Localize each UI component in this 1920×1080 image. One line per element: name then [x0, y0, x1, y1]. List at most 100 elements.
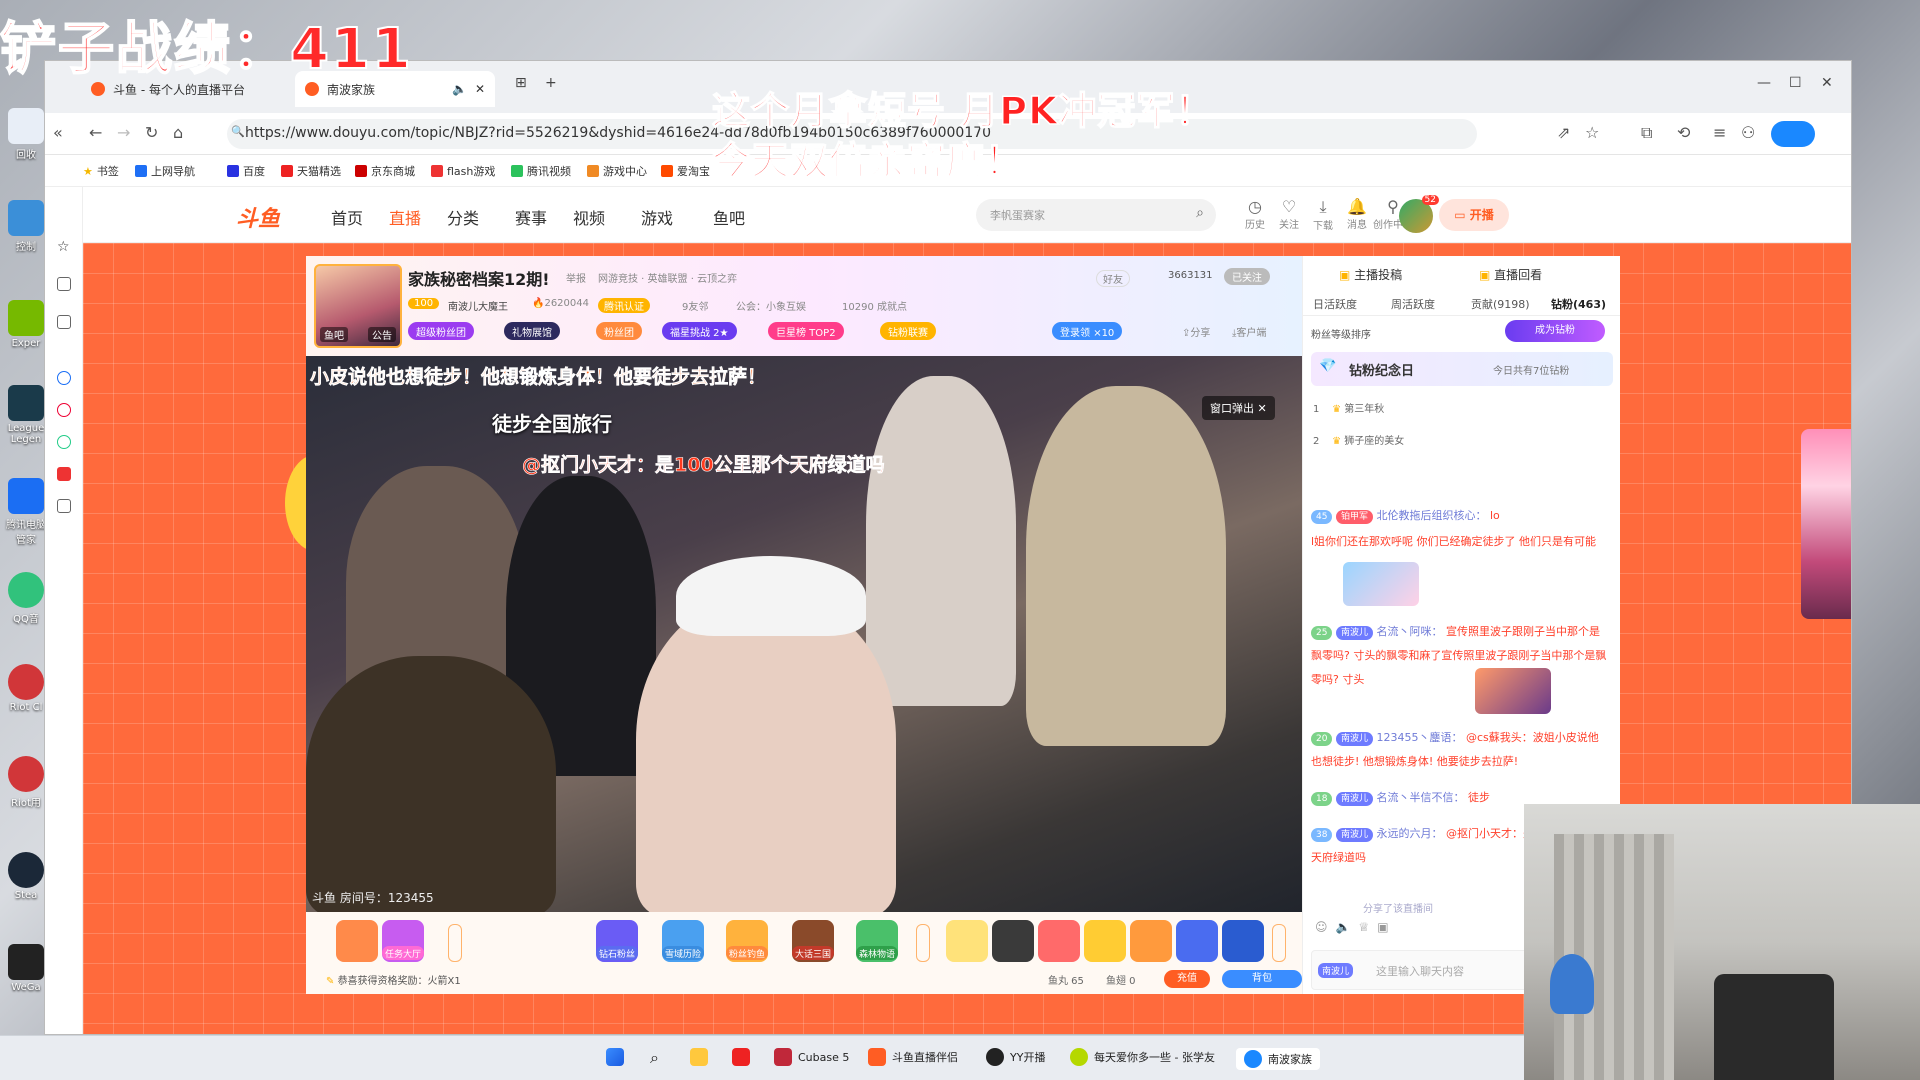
nav-events[interactable]: 赛事 — [515, 205, 547, 229]
explorer-button[interactable] — [690, 1048, 708, 1066]
notes-icon[interactable] — [57, 315, 71, 329]
close-icon[interactable]: ✕ — [1258, 402, 1267, 415]
nav-video[interactable]: 视频 — [573, 205, 605, 229]
backpack-button[interactable]: 背包 — [1222, 970, 1302, 988]
start-button[interactable] — [606, 1048, 624, 1066]
bookmark-item[interactable]: 上网导航 — [135, 163, 195, 179]
gift-item[interactable] — [1038, 920, 1080, 962]
site-search-input[interactable]: 李帆蛋赛家 ⌕ — [976, 199, 1216, 231]
cloud-icon[interactable] — [1771, 121, 1815, 147]
bookmark-item[interactable]: 游戏中心 — [587, 163, 647, 179]
menu-icon[interactable]: ≡ — [1713, 123, 1726, 142]
sidebar-toggle-icon[interactable]: « — [53, 123, 63, 142]
gift-item[interactable] — [1176, 920, 1218, 962]
popout-window-button[interactable]: 窗口弹出 ✕ — [1202, 396, 1275, 420]
rocket-icon[interactable] — [1222, 920, 1264, 962]
share-button[interactable]: ⇪分享 — [1182, 324, 1210, 339]
app-icon[interactable] — [57, 467, 71, 481]
douyu-logo[interactable]: 斗鱼 — [236, 201, 280, 233]
bookmark-item[interactable]: 京东商城 — [355, 163, 415, 179]
tab-diamond[interactable]: 钻粉(463) — [1551, 296, 1606, 312]
bookmark-item[interactable]: flash游戏 — [431, 163, 495, 179]
desktop-icon-control[interactable]: 控制 — [6, 200, 46, 253]
achievements[interactable]: 10290 成就点 — [842, 298, 907, 313]
followed-button[interactable]: 已关注 — [1224, 268, 1270, 285]
desktop-icon-recycle[interactable]: 回收 — [6, 108, 46, 161]
star-rank[interactable]: 巨星榜 TOP2 — [768, 322, 844, 340]
bookmark-item[interactable]: 百度 — [227, 163, 265, 179]
nav-category[interactable]: 分类 — [447, 205, 479, 229]
home-icon[interactable]: ⌂ — [173, 123, 183, 142]
more-gifts-button[interactable] — [1272, 924, 1286, 962]
gift-gallery[interactable]: 礼物展馆 — [504, 322, 560, 340]
add-icon[interactable] — [57, 499, 71, 513]
reload-icon[interactable]: ↻ — [145, 123, 158, 142]
bookmark-item[interactable]: 腾讯视频 — [511, 163, 571, 179]
desktop-icon-riot[interactable]: Riot用 — [6, 756, 46, 809]
mute-icon[interactable]: 🔈 — [452, 82, 467, 96]
taskbar-browser[interactable]: 南波家族 — [1236, 1048, 1320, 1070]
desktop-icon-geforce[interactable]: Exper — [6, 300, 46, 349]
gift-item[interactable] — [336, 920, 378, 962]
anchor-posts-link[interactable]: ▣ 主播投稿 — [1339, 266, 1402, 283]
union[interactable]: 公会：小象互娱 — [736, 298, 806, 313]
star-icon[interactable]: ☆ — [1585, 123, 1599, 142]
maximize-icon[interactable]: ☐ — [1789, 75, 1802, 91]
search-icon[interactable]: ⌕ — [650, 1048, 659, 1068]
wps-button[interactable] — [732, 1048, 750, 1066]
login-reward[interactable]: 登录领 ×10 — [1052, 322, 1123, 340]
bookmark-item[interactable]: ★ 书签 — [83, 163, 119, 179]
user-avatar[interactable]: 52 — [1399, 195, 1439, 233]
gift-item[interactable] — [1130, 920, 1172, 962]
virtual-girlfriend-ad[interactable] — [1801, 429, 1851, 619]
profile-icon[interactable]: ⚇ — [1741, 123, 1755, 142]
scroll-left-button[interactable] — [448, 924, 462, 962]
tab-daily[interactable]: 日活跃度 — [1313, 296, 1357, 312]
gift-item[interactable] — [992, 920, 1034, 962]
messages-button[interactable]: 🔔 消息 — [1337, 197, 1377, 231]
nav-live[interactable]: 直播 — [389, 205, 421, 229]
search-app-icon[interactable] — [57, 371, 71, 385]
gift-item[interactable] — [946, 920, 988, 962]
minimize-icon[interactable]: — — [1757, 75, 1771, 91]
report-link[interactable]: 举报 — [566, 270, 586, 285]
image-icon[interactable]: ▣ — [1377, 920, 1396, 934]
client-button[interactable]: ⤓客户端 — [1232, 324, 1266, 339]
rank-row[interactable]: 2 ♛ 狮子座的美女 — [1313, 432, 1611, 454]
nav-yuba[interactable]: 鱼吧 — [713, 205, 745, 229]
search-icon[interactable]: ⌕ — [1196, 205, 1204, 221]
nav-home[interactable]: 首页 — [331, 205, 363, 229]
gift-item[interactable] — [1084, 920, 1126, 962]
desktop-icon-wegame[interactable]: WeGa — [6, 944, 46, 993]
close-window-icon[interactable]: ✕ — [1821, 75, 1833, 91]
back-icon[interactable]: ← — [89, 123, 102, 142]
new-tab-icon[interactable]: + — [545, 75, 557, 91]
anchor-name[interactable]: 南波儿大魔王 — [448, 298, 508, 313]
neighbors[interactable]: 9友邻 — [682, 298, 708, 313]
start-stream-button[interactable]: ▭ 开播 — [1439, 199, 1509, 231]
rank-row[interactable]: 1 ♛ 第三年秋 — [1313, 400, 1611, 422]
diamond-league[interactable]: 钻粉联赛 — [880, 322, 936, 340]
extensions-icon[interactable]: ⧉ — [1641, 123, 1652, 143]
scroll-right-button[interactable] — [916, 924, 930, 962]
app-icon[interactable] — [57, 403, 71, 417]
super-fan-club[interactable]: 超级粉丝团 — [408, 322, 474, 340]
desktop-icon-riot-client[interactable]: Riot Cl — [6, 664, 46, 713]
bookmark-item[interactable]: 爱淘宝 — [661, 163, 710, 179]
tab-weekly[interactable]: 周活跃度 — [1391, 296, 1435, 312]
desktop-icon-steam[interactable]: Stea — [6, 852, 46, 901]
desktop-icon-league[interactable]: League Legen — [6, 385, 46, 445]
become-diamond-button[interactable]: 成为钻粉 — [1505, 320, 1605, 342]
desktop-icon-pcmgr[interactable]: 腾讯电脑管家 — [6, 478, 46, 546]
close-tab-icon[interactable]: ✕ — [475, 82, 485, 96]
rank-sort-label[interactable]: 粉丝等级排序 — [1311, 326, 1371, 341]
share-icon[interactable]: ⇗ — [1557, 123, 1570, 142]
nav-games[interactable]: 游戏 — [641, 205, 673, 229]
anchor-avatar[interactable]: 鱼吧 公告 — [314, 264, 402, 348]
chat-message[interactable]: 20 南波儿 123455丶鏖语： @cs蘇我头：波姐小皮说他也想徒步! 他想锻… — [1311, 726, 1607, 774]
forward-icon[interactable]: → — [117, 123, 130, 142]
history-icon[interactable]: ⟲ — [1677, 123, 1690, 142]
desktop-icon-qqmusic[interactable]: QQ音 — [6, 572, 46, 625]
bookmark-item[interactable]: 天猫精选 — [281, 163, 341, 179]
friend-button[interactable]: 好友 — [1096, 270, 1130, 287]
